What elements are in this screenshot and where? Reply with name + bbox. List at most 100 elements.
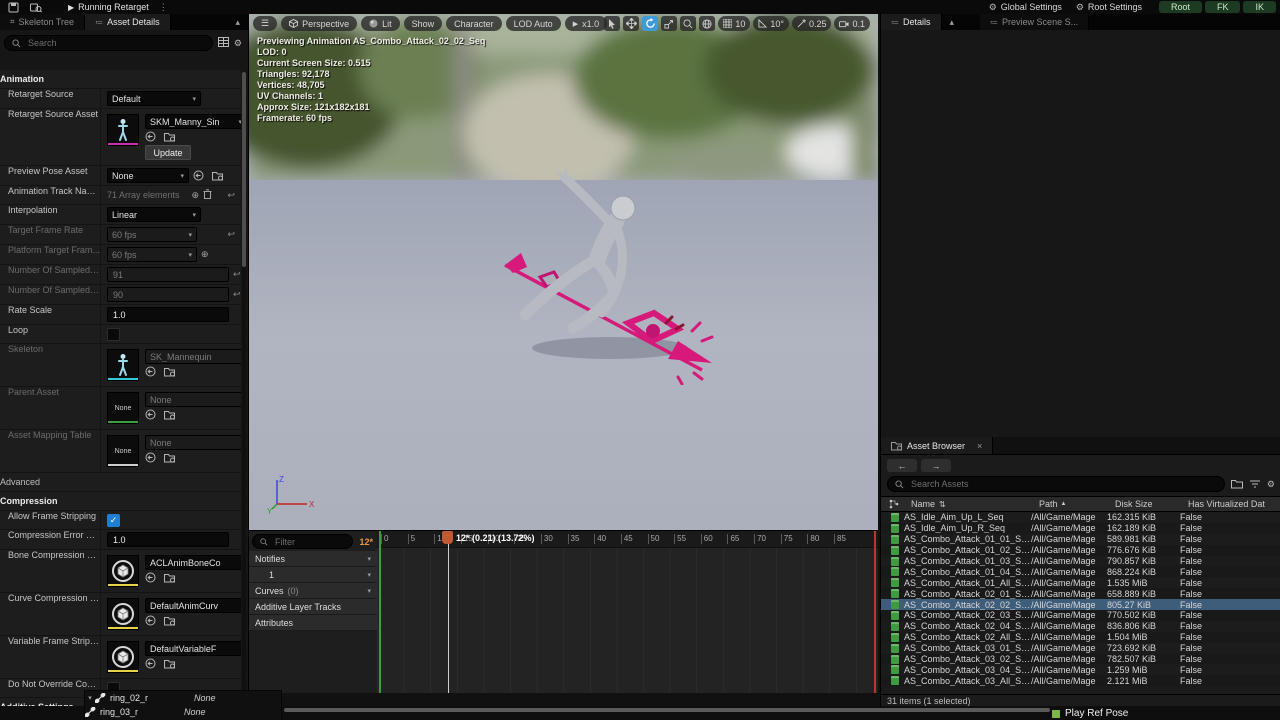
details-row[interactable]: Advanced — [0, 473, 241, 492]
running-retarget-button[interactable]: ▶ Running Retarget ⋮ — [68, 2, 168, 13]
column-path[interactable]: Path ▲ — [1039, 499, 1115, 509]
timeline-filter-box[interactable] — [252, 534, 354, 549]
asset-row[interactable]: AS_Combo_Attack_02_02_Seq /All/Game/Mage… — [881, 599, 1280, 611]
viewport-menu-button[interactable]: ☰ — [253, 16, 278, 31]
asset-picker-icons[interactable] — [145, 131, 241, 142]
history-back-button[interactable]: ← — [887, 459, 917, 472]
left-scrollbar-thumb[interactable] — [242, 72, 246, 267]
reset-to-default-icon[interactable]: ↩ — [227, 229, 239, 240]
details-row[interactable]: Curve Compression S... DefaultAnimCurv — [0, 593, 241, 636]
tab-asset-details[interactable]: ≔ Asset Details — [85, 14, 171, 30]
timeline-track-row[interactable]: Notifies ▾ — [249, 551, 377, 567]
asset-row[interactable]: AS_Combo_Attack_03_All_Seq /All/Game/Mag… — [881, 675, 1280, 687]
asset-row[interactable]: AS_Combo_Attack_03_01_Seq /All/Game/Mage… — [881, 642, 1280, 654]
details-row[interactable]: Skeleton SK_Mannequin — [0, 344, 241, 387]
asset-row[interactable]: AS_Combo_Attack_01_04_Seq /All/Game/Mage… — [881, 566, 1280, 578]
filter-icon[interactable] — [1249, 480, 1260, 489]
asset-row[interactable]: AS_Idle_Aim_Up_L_Seq /All/Game/Mage 162.… — [881, 512, 1280, 523]
add-icon[interactable]: ⊕ — [201, 249, 209, 260]
rotate-tool-icon[interactable] — [642, 16, 659, 31]
details-row[interactable]: Number Of Sampled F... 90 ↩ — [0, 285, 241, 305]
perspective-button[interactable]: Perspective — [281, 16, 358, 31]
dropdown[interactable]: Linear ▾ — [107, 207, 201, 222]
details-row[interactable]: Target Frame Rate 60 fps ▾ ↩ — [0, 225, 241, 245]
asset-thumbnail[interactable] — [107, 641, 139, 673]
collapse-panel-icon[interactable]: ▴ — [942, 14, 963, 30]
asset-thumbnail[interactable]: None — [107, 392, 139, 424]
reset-to-default-icon[interactable]: ↩ — [233, 269, 241, 280]
update-button[interactable]: Update — [145, 145, 191, 160]
dropdown[interactable]: None ▾ — [107, 168, 189, 183]
hierarchy-icon[interactable] — [889, 499, 900, 509]
details-row[interactable]: Interpolation Linear ▾ — [0, 205, 241, 225]
asset-row[interactable]: AS_Combo_Attack_02_03_Seq /All/Game/Mage… — [881, 610, 1280, 621]
expander-icon[interactable]: ▾ — [85, 694, 95, 702]
asset-dropdown[interactable]: None▾ — [145, 435, 241, 450]
asset-row[interactable]: AS_Combo_Attack_02_All_Seq /All/Game/Mag… — [881, 631, 1280, 643]
asset-dropdown[interactable]: None▾ — [145, 392, 241, 407]
text-field[interactable]: 91 — [107, 267, 229, 282]
tab-asset-browser[interactable]: Asset Browser × — [881, 437, 994, 454]
camera-speed-button[interactable]: 0.1 — [834, 16, 870, 31]
asset-row[interactable]: AS_Combo_Attack_01_02_Seq /All/Game/Mage… — [881, 544, 1280, 556]
details-search-box[interactable] — [4, 35, 213, 51]
text-field[interactable]: 90 — [107, 287, 229, 302]
column-name[interactable]: Name ⇅ — [905, 499, 1039, 509]
move-tool-icon[interactable] — [623, 16, 640, 31]
chevron-down-icon[interactable]: ▾ — [367, 587, 371, 595]
viewport-canvas[interactable]: ☰ Perspective Lit Show Character LOD Aut… — [249, 14, 878, 530]
details-row[interactable]: Asset Mapping Table None None — [0, 430, 241, 473]
text-field[interactable]: 1.0 — [107, 532, 229, 547]
asset-dropdown[interactable]: DefaultAnimCurv▾ — [145, 598, 241, 613]
details-row[interactable]: Loop ✓ — [0, 325, 241, 344]
timeline-track-row[interactable]: 1 ▾ — [249, 567, 377, 583]
tab-details[interactable]: ≔ Details — [881, 14, 942, 30]
asset-row[interactable]: AS_Combo_Attack_03_04_Seq /All/Game/Mage… — [881, 664, 1280, 676]
timeline-track-row[interactable]: Attributes — [249, 615, 377, 631]
details-row[interactable]: Variable Frame Strippi... DefaultVariabl… — [0, 636, 241, 679]
dropdown[interactable]: 60 fps ▾ — [107, 247, 197, 262]
details-row[interactable]: Parent Asset None None — [0, 387, 241, 430]
asset-row[interactable]: AS_Combo_Attack_01_01_Seq /All/Game/Mage… — [881, 533, 1280, 545]
retarget-mode-button[interactable]: FK — [1204, 1, 1241, 13]
world-local-icon[interactable] — [699, 16, 716, 31]
rotation-snap-button[interactable]: 10° — [753, 16, 789, 31]
collapse-panel-icon[interactable]: ▴ — [227, 14, 248, 30]
global-settings-button[interactable]: ⚙ Global Settings — [989, 2, 1062, 13]
asset-thumbnail[interactable] — [107, 598, 139, 630]
asset-picker-icons[interactable] — [193, 170, 224, 181]
tab-preview-scene-settings[interactable]: ≔ Preview Scene S... — [980, 14, 1090, 30]
details-row[interactable]: Animation Track Nam... 71 Array elements… — [0, 186, 241, 205]
history-forward-button[interactable]: → — [921, 459, 951, 472]
asset-dropdown[interactable]: SK_Mannequin▾ — [145, 349, 241, 364]
asset-row[interactable]: AS_Combo_Attack_01_All_Seq /All/Game/Mag… — [881, 577, 1280, 589]
asset-picker-icons[interactable] — [145, 452, 241, 463]
asset-dropdown[interactable]: DefaultVariableF▾ — [145, 641, 241, 656]
details-row[interactable]: Bone Compression Se... ACLAnimBoneCo — [0, 550, 241, 593]
save-search-icon[interactable] — [1230, 479, 1243, 489]
chevron-down-icon[interactable]: ▾ — [367, 555, 371, 563]
details-row[interactable]: Animation — [0, 70, 241, 89]
asset-picker-icons[interactable] — [145, 366, 241, 377]
scale-tool-icon[interactable] — [661, 16, 678, 31]
view-settings-gear-icon[interactable]: ⚙ — [1267, 479, 1275, 490]
text-field[interactable]: 1.0 — [107, 307, 229, 322]
details-row[interactable]: Platform Target Fram... 60 fps ▾ ⊕ — [0, 245, 241, 265]
root-settings-button[interactable]: ⚙ Root Settings — [1076, 2, 1142, 13]
asset-search-input[interactable] — [909, 478, 1217, 490]
column-disk-size[interactable]: Disk Size — [1115, 499, 1188, 509]
timeline-track-row[interactable]: Additive Layer Tracks — [249, 599, 377, 615]
asset-row[interactable]: AS_Idle_Aim_Up_R_Seq /All/Game/Mage 162.… — [881, 522, 1280, 534]
details-row[interactable]: Retarget Source Asset SKM_Manny_Sin ▾ Up… — [0, 109, 241, 166]
timeline-grid[interactable] — [377, 531, 878, 693]
kebab-menu-icon[interactable]: ⋮ — [159, 2, 168, 13]
asset-row[interactable]: AS_Combo_Attack_02_01_Seq /All/Game/Mage… — [881, 588, 1280, 600]
save-icon[interactable] — [8, 2, 22, 13]
grid-snap-button[interactable]: 10 — [718, 16, 751, 31]
details-row[interactable]: Compression — [0, 492, 241, 511]
details-row[interactable]: Rate Scale 1.0 — [0, 305, 241, 325]
asset-picker-icons[interactable] — [145, 572, 241, 583]
playhead-marker[interactable] — [442, 531, 453, 544]
dropdown[interactable]: 60 fps ▾ — [107, 227, 197, 242]
lod-auto-button[interactable]: LOD Auto — [505, 16, 561, 31]
